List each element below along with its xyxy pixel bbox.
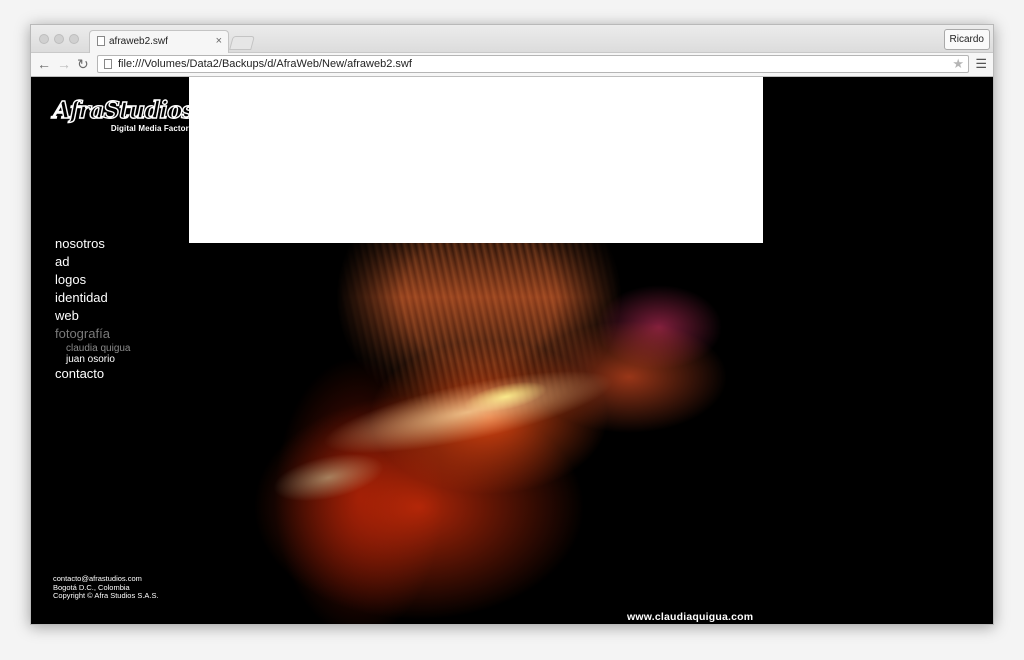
logo[interactable]: AfraStudios Digital Media Factory [52, 97, 195, 133]
nav-contacto[interactable]: contacto [55, 365, 131, 383]
nav-nosotros[interactable]: nosotros [55, 235, 131, 253]
address-bar[interactable]: file:///Volumes/Data2/Backups/d/AfraWeb/… [97, 55, 969, 73]
back-arrow-icon[interactable]: ← [37, 56, 51, 72]
site-footer: contacto@afrastudios.com Bogotá D.C., Co… [53, 574, 159, 601]
page-icon [104, 59, 112, 69]
logo-text: AfraStudios [52, 97, 195, 124]
reload-icon[interactable]: ↻ [77, 56, 89, 72]
forward-arrow-icon[interactable]: → [57, 56, 71, 72]
menu-icon[interactable]: ☰ [975, 56, 987, 72]
footer-copyright: Copyright © Afra Studios S.A.S. [53, 591, 159, 600]
nav-logos[interactable]: logos [55, 271, 131, 289]
nav-web[interactable]: web [55, 307, 131, 325]
nav-ad[interactable]: ad [55, 253, 131, 271]
tab-title: afraweb2.swf [109, 36, 168, 47]
photo-display: www.claudiaquigua.com [189, 77, 763, 624]
page-content: AfraStudios Digital Media Factory nosotr… [31, 77, 993, 624]
site-nav: nosotros ad logos identidad web fotograf… [55, 235, 131, 383]
browser-window: afraweb2.swf × Ricardo ← → ↻ file:///Vol… [30, 24, 994, 625]
minimize-window-button[interactable] [54, 34, 64, 44]
close-tab-icon[interactable]: × [216, 35, 222, 47]
zoom-window-button[interactable] [69, 34, 79, 44]
page-icon [97, 36, 105, 46]
tab-strip: afraweb2.swf × Ricardo [31, 25, 993, 53]
url-text[interactable]: file:///Volumes/Data2/Backups/d/AfraWeb/… [118, 58, 412, 70]
blank-panel [189, 77, 763, 243]
star-icon[interactable]: ★ [952, 56, 964, 72]
new-tab-button[interactable] [229, 36, 255, 50]
subnav-claudia-quigua[interactable]: claudia quigua [55, 343, 131, 354]
logo-subtitle: Digital Media Factory [110, 124, 194, 133]
nav-identidad[interactable]: identidad [55, 289, 131, 307]
close-window-button[interactable] [39, 34, 49, 44]
nav-fotografia[interactable]: fotografía [55, 325, 131, 343]
photo-credit-link[interactable]: www.claudiaquigua.com [627, 611, 753, 623]
tab-afraweb[interactable]: afraweb2.swf × [89, 30, 229, 53]
toolbar: ← → ↻ file:///Volumes/Data2/Backups/d/Af… [31, 53, 993, 77]
profile-button[interactable]: Ricardo [943, 29, 990, 50]
subnav-juan-osorio[interactable]: juan osorio [55, 354, 131, 365]
